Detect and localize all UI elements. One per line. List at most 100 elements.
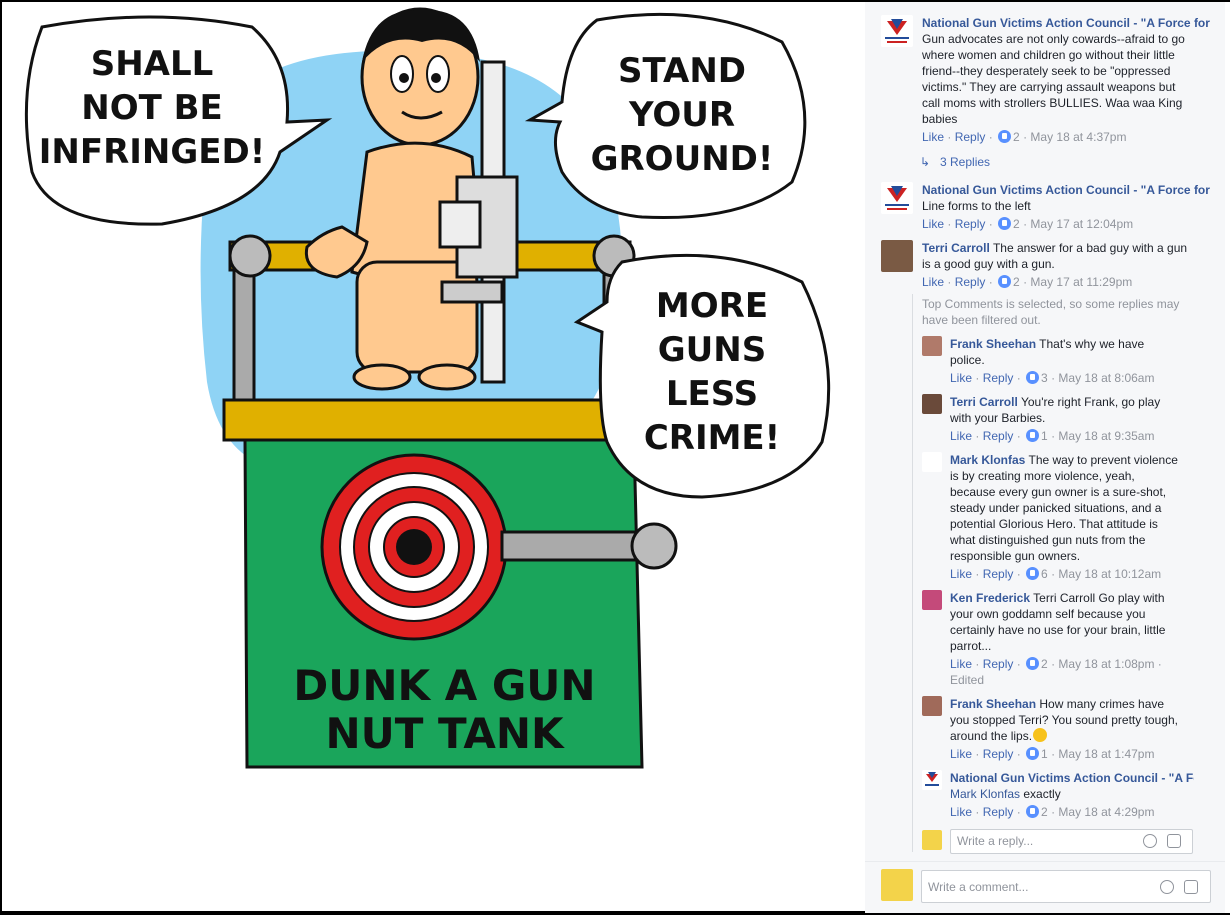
- separator: ·: [1047, 747, 1059, 761]
- edited-label[interactable]: Edited: [950, 672, 1220, 688]
- filter-note-line: have been filtered out.: [922, 313, 1041, 327]
- reply-text-line: certainly have no use for your brain, li…: [950, 623, 1166, 637]
- view-replies-label: 3 Replies: [940, 155, 991, 169]
- like-count-icon: [1026, 567, 1040, 580]
- like-count[interactable]: 2: [1041, 805, 1048, 819]
- like-link[interactable]: Like: [950, 747, 972, 761]
- reply-link[interactable]: Reply: [983, 747, 1014, 761]
- reply-link[interactable]: Reply: [983, 429, 1014, 443]
- timestamp[interactable]: May 17 at 11:29pm: [1030, 275, 1132, 289]
- reply-text-line: The way to prevent violence: [1028, 453, 1178, 467]
- reply-actions: Like · Reply · 2 · May 18 at 4:29pm: [950, 804, 1194, 820]
- like-link[interactable]: Like: [922, 275, 944, 289]
- reply-input[interactable]: Write a reply...: [950, 829, 1193, 854]
- like-count-icon: [1026, 371, 1040, 384]
- separator: ·: [972, 371, 983, 385]
- like-link[interactable]: Like: [950, 657, 972, 671]
- like-count[interactable]: 2: [1013, 275, 1020, 289]
- sticker-icon[interactable]: [1167, 834, 1181, 848]
- reply-arrow-icon: ↳: [920, 155, 931, 169]
- reply-text-line: what distinguished gun nuts from the: [950, 533, 1146, 547]
- reply-link[interactable]: Reply: [983, 805, 1014, 819]
- comment-author[interactable]: National Gun Victims Action Council - "A…: [922, 183, 1210, 197]
- comment-text-line: friend--they desperately seek to be "opp…: [922, 64, 1171, 78]
- avatar[interactable]: [922, 696, 942, 716]
- reply-author[interactable]: Mark Klonfas: [950, 453, 1025, 467]
- timestamp[interactable]: May 18 at 1:47pm: [1058, 747, 1154, 761]
- like-link[interactable]: Like: [922, 130, 944, 144]
- comment-author[interactable]: National Gun Victims Action Council - "A…: [922, 16, 1210, 30]
- timestamp[interactable]: May 18 at 9:35am: [1058, 429, 1154, 443]
- avatar[interactable]: [922, 452, 942, 472]
- like-count-icon: [998, 130, 1012, 143]
- timestamp[interactable]: May 18 at 10:12am: [1058, 567, 1161, 581]
- like-link[interactable]: Like: [922, 217, 944, 231]
- view-replies-link[interactable]: ↳ 3 Replies: [920, 154, 990, 170]
- like-link[interactable]: Like: [950, 567, 972, 581]
- reply-text-line: around the lips.: [950, 729, 1033, 743]
- like-count[interactable]: 1: [1041, 429, 1048, 443]
- separator: ·: [985, 275, 997, 289]
- reply-link[interactable]: Reply: [983, 371, 1014, 385]
- like-count[interactable]: 6: [1041, 567, 1048, 581]
- avatar[interactable]: [922, 394, 942, 414]
- avatar[interactable]: [922, 336, 942, 356]
- reply-text-line: parrot...: [950, 639, 992, 653]
- mention-link[interactable]: Mark Klonfas: [950, 787, 1020, 801]
- avatar[interactable]: [881, 240, 913, 272]
- avatar[interactable]: [881, 15, 913, 47]
- post-image[interactable]: SHALL NOT BE INFRINGED! STAND YOUR GROUN…: [2, 2, 865, 911]
- like-count[interactable]: 2: [1013, 130, 1020, 144]
- reply: Ken Frederick Terri Carroll Go play with…: [950, 590, 1220, 688]
- avatar[interactable]: [922, 770, 942, 790]
- reply-link[interactable]: Reply: [983, 657, 1014, 671]
- sticker-icon[interactable]: [1184, 880, 1198, 894]
- reply-link[interactable]: Reply: [955, 217, 986, 231]
- like-link[interactable]: Like: [950, 429, 972, 443]
- reply-author[interactable]: Frank Sheehan: [950, 697, 1036, 711]
- bubble-right-bottom-line2: GUNS: [657, 330, 767, 370]
- bubble-right-top-text: STAND YOUR GROUND!: [567, 49, 797, 181]
- comment-author[interactable]: Terri Carroll: [922, 241, 990, 255]
- reply-author[interactable]: Frank Sheehan: [950, 337, 1036, 351]
- comment-text-line: victims." They are carrying assault weap…: [922, 80, 1176, 94]
- separator: ·: [1019, 275, 1031, 289]
- comment: Terri Carroll The answer for a bad guy w…: [922, 240, 1212, 290]
- separator: ·: [1019, 217, 1031, 231]
- reply-author[interactable]: Ken Frederick: [950, 591, 1030, 605]
- like-link[interactable]: Like: [950, 805, 972, 819]
- timestamp[interactable]: May 18 at 4:37pm: [1030, 130, 1126, 144]
- reply-link[interactable]: Reply: [955, 275, 986, 289]
- reply-author[interactable]: National Gun Victims Action Council - "A…: [950, 771, 1194, 785]
- like-link[interactable]: Like: [950, 371, 972, 385]
- comment-input[interactable]: Write a comment...: [921, 870, 1211, 903]
- reply-actions: Like · Reply · 2 · May 18 at 1:08pm ·: [950, 656, 1220, 672]
- like-count-icon: [998, 275, 1012, 288]
- reply-author[interactable]: Terri Carroll: [950, 395, 1018, 409]
- reply-text-line: your own goddamn self because you: [950, 607, 1146, 621]
- separator: ·: [972, 805, 983, 819]
- emoji-icon[interactable]: [1160, 880, 1174, 894]
- reply-text-line: That's why we have: [1039, 337, 1145, 351]
- separator: ·: [972, 747, 983, 761]
- separator: ·: [1047, 805, 1059, 819]
- like-count[interactable]: 1: [1041, 747, 1048, 761]
- avatar[interactable]: [922, 590, 942, 610]
- reply-link[interactable]: Reply: [983, 567, 1014, 581]
- bubble-right-bottom-text: MORE GUNS LESS CRIME!: [612, 284, 812, 460]
- emoji-icon[interactable]: [1143, 834, 1157, 848]
- timestamp[interactable]: May 18 at 8:06am: [1058, 371, 1154, 385]
- reply: Frank Sheehan How many crimes have you s…: [950, 696, 1220, 762]
- separator: ·: [944, 130, 955, 144]
- like-count[interactable]: 2: [1013, 217, 1020, 231]
- reply-link[interactable]: Reply: [955, 130, 986, 144]
- comment-text-line: call moms with strollers BULLIES. Waa wa…: [922, 96, 1183, 110]
- avatar[interactable]: [881, 182, 913, 214]
- comment-actions: Like · Reply · 2 · May 18 at 4:37pm: [922, 129, 1212, 145]
- timestamp[interactable]: May 17 at 12:04pm: [1030, 217, 1133, 231]
- timestamp[interactable]: May 18 at 4:29pm: [1058, 805, 1154, 819]
- panel-edge: [1225, 2, 1230, 913]
- like-count[interactable]: 3: [1041, 371, 1048, 385]
- timestamp[interactable]: May 18 at 1:08pm: [1058, 657, 1154, 671]
- like-count[interactable]: 2: [1041, 657, 1048, 671]
